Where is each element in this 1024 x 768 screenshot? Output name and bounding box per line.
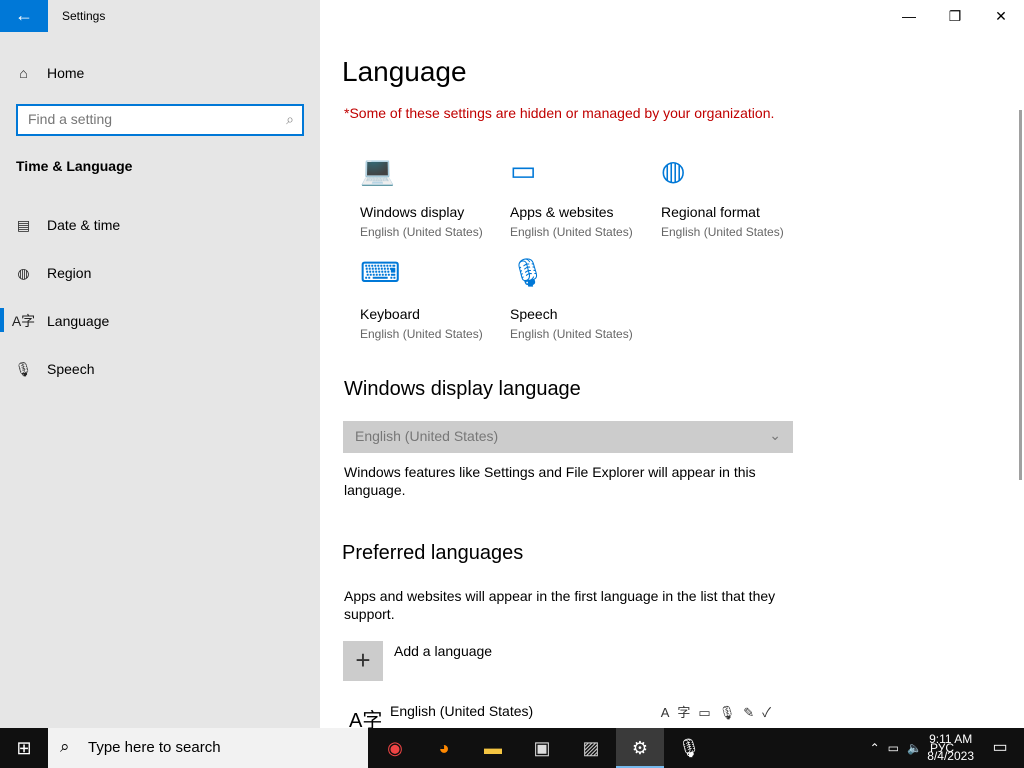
add-language-button[interactable]: +	[343, 641, 383, 681]
firefox-icon[interactable]: ◕	[420, 728, 468, 768]
calendar-clock-icon: ▤	[16, 216, 31, 233]
tile-subtitle: English (United States)	[360, 225, 483, 239]
preferred-languages-heading: Preferred languages	[342, 542, 524, 564]
nav-label: Speech	[47, 361, 95, 377]
nav-language[interactable]: A字 Language	[0, 301, 320, 341]
minimize-button[interactable]: —	[886, 0, 932, 32]
search-input[interactable]: Find a setting ⌕	[16, 104, 304, 136]
chevron-down-icon: ⌄	[769, 427, 781, 443]
app-title: Settings	[62, 9, 106, 23]
taskbar: ⊞ ⌕ Type here to search ◉ ◕ ▬ ▣ ▨ ⚙ 🎙 ⌃ ▭…	[0, 728, 1024, 768]
tile-subtitle: English (United States)	[510, 225, 633, 239]
laptop-icon: 💻	[360, 155, 395, 186]
tile-windows-display[interactable]: 💻 Windows display English (United States)	[360, 155, 500, 240]
taskbar-search-label: Type here to search	[88, 739, 221, 756]
preferred-languages-desc: Apps and websites will appear in the fir…	[344, 588, 776, 622]
photos-icon[interactable]: ▨	[567, 728, 615, 768]
microphone-icon: 🎙	[14, 360, 33, 377]
windows-logo-icon: ⊞	[16, 738, 32, 758]
display-language-desc: Windows features like Settings and File …	[344, 464, 756, 498]
nav-region[interactable]: ◍ Region	[0, 253, 320, 293]
search-icon: ⌕	[286, 111, 294, 127]
nav-home-label: Home	[47, 65, 85, 81]
volume-icon[interactable]: 🔈	[907, 728, 922, 768]
store-icon[interactable]: ▣	[518, 728, 566, 768]
language-feature-icons: A字▭🎙✎✓	[660, 705, 779, 720]
dropdown-value: English (United States)	[355, 428, 499, 444]
search-icon: ⌕	[60, 737, 70, 756]
search-placeholder: Find a setting	[28, 111, 113, 127]
content-pane: — ❐ ✕ Language *Some of these settings a…	[320, 0, 1024, 728]
tile-title: Keyboard	[360, 306, 420, 322]
language-icon: A字	[11, 313, 36, 329]
nav-date-time[interactable]: ▤ Date & time	[0, 205, 320, 245]
network-icon[interactable]: ▭	[888, 728, 899, 768]
window-icon: ▭	[510, 155, 537, 186]
settings-gear-icon[interactable]: ⚙	[616, 728, 664, 768]
clock[interactable]: 9:11 AM 8/4/2023	[927, 731, 974, 765]
action-center-icon[interactable]: ▭	[976, 728, 1024, 768]
globe-icon: ◍	[17, 264, 30, 281]
globe-format-icon: ◍	[661, 155, 686, 186]
sidebar: ← Settings ⌂ Home Find a setting ⌕ Time & …	[0, 0, 320, 728]
nav-label: Region	[47, 265, 92, 281]
display-language-heading: Windows display language	[344, 378, 581, 400]
chrome-icon[interactable]: ◉	[371, 728, 419, 768]
voice-recorder-icon[interactable]: 🎙	[665, 728, 713, 768]
restore-button[interactable]: ❐	[932, 0, 978, 32]
language-list-item[interactable]: A字 English (United States) A字▭🎙✎✓	[343, 700, 793, 728]
tile-subtitle: English (United States)	[510, 327, 633, 341]
nav-label: Date & time	[47, 217, 121, 233]
language-icon: A字	[349, 710, 383, 728]
tile-subtitle: English (United States)	[661, 225, 784, 239]
page-title: Language	[342, 56, 467, 87]
tile-title: Speech	[510, 306, 558, 322]
tile-title: Apps & websites	[510, 204, 614, 220]
taskbar-search[interactable]: ⌕ Type here to search	[48, 728, 368, 768]
tile-title: Regional format	[661, 204, 760, 220]
scrollbar[interactable]	[1019, 110, 1022, 480]
display-language-dropdown[interactable]: English (United States) ⌄	[343, 421, 793, 453]
clock-date: 8/4/2023	[927, 749, 974, 763]
tile-regional-format[interactable]: ◍ Regional format English (United States)	[661, 155, 801, 240]
keyboard-icon: ⌨	[360, 257, 401, 288]
managed-warning: *Some of these settings are hidden or ma…	[344, 105, 775, 121]
file-explorer-icon[interactable]: ▬	[469, 728, 517, 768]
section-heading: Time & Language	[16, 158, 133, 174]
tile-speech[interactable]: 🎙 Speech English (United States)	[510, 257, 650, 342]
language-name: English (United States)	[390, 703, 534, 719]
back-arrow-icon: ←	[15, 5, 33, 25]
start-button[interactable]: ⊞	[0, 728, 48, 768]
back-button[interactable]: ←	[0, 0, 48, 32]
microphone-icon: 🎙	[510, 257, 546, 288]
home-icon: ⌂	[19, 65, 28, 81]
tile-apps-websites[interactable]: ▭ Apps & websites English (United States)	[510, 155, 650, 240]
tile-keyboard[interactable]: ⌨ Keyboard English (United States)	[360, 257, 500, 342]
nav-speech[interactable]: 🎙 Speech	[0, 349, 320, 389]
window-controls: — ❐ ✕	[886, 0, 1024, 32]
tile-title: Windows display	[360, 204, 465, 220]
nav-home[interactable]: ⌂ Home	[0, 53, 320, 93]
nav-label: Language	[47, 313, 110, 329]
chevron-up-icon[interactable]: ⌃	[870, 728, 880, 768]
close-button[interactable]: ✕	[978, 0, 1024, 32]
clock-time: 9:11 AM	[929, 732, 973, 746]
tile-subtitle: English (United States)	[360, 327, 483, 341]
add-language-label[interactable]: Add a language	[394, 643, 492, 659]
plus-icon: +	[355, 645, 371, 675]
